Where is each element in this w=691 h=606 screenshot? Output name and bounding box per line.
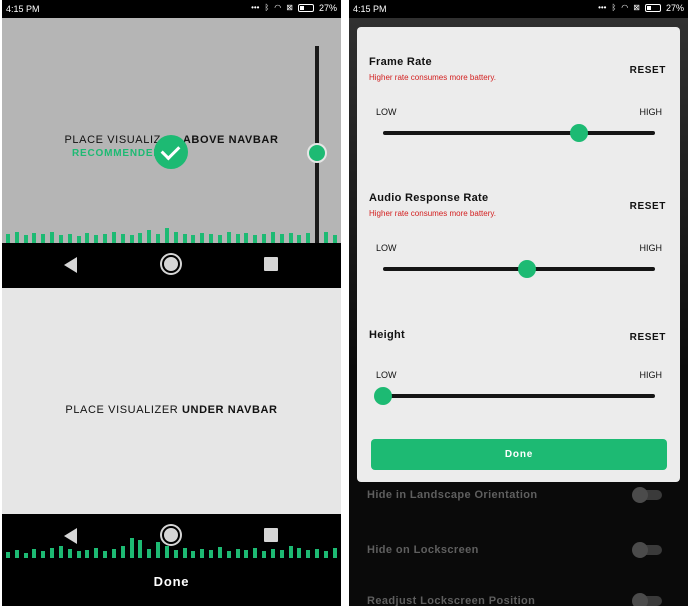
visualizer-bar (182, 548, 187, 558)
no-sim-icon: ⊠ (633, 3, 640, 12)
battery-percent: 27% (665, 3, 684, 13)
status-bar: 4:15 PM ••• ᛒ ◠ ⊠ 27% (2, 0, 341, 18)
visualizer-bar (103, 551, 108, 558)
visualizer-bar (156, 542, 161, 558)
visualizer-bar (226, 551, 231, 558)
visualizer-bar (200, 549, 205, 558)
setting-row-readjust-lockscreen[interactable]: Readjust Lockscreen Position (367, 595, 535, 606)
visualizer-preview-top (2, 224, 341, 244)
toggle-readjust-lockscreen[interactable] (632, 593, 662, 606)
visualizer-bar (306, 550, 311, 558)
selected-check-icon (154, 135, 188, 169)
above-navbar-option[interactable]: PLACE VISUALIZ ABOVE NAVBAR RECOMMENDED (2, 18, 341, 244)
under-navbar-label: PLACE VISUALIZER UNDER NAVBAR (65, 404, 278, 416)
status-time: 4:15 PM (6, 4, 40, 14)
frame-rate-title: Frame Rate (369, 56, 432, 68)
visualizer-bar (67, 549, 72, 558)
visualizer-bar (253, 548, 258, 558)
visualizer-bar (50, 548, 55, 558)
visualizer-bar (235, 549, 240, 558)
frame-rate-low-label: LOW (376, 107, 397, 117)
visualizer-bar (191, 551, 196, 558)
audio-response-low-label: LOW (376, 243, 397, 253)
visualizer-bar (314, 549, 319, 558)
status-bar: 4:15 PM ••• ᛒ ◠ ⊠ 27% (349, 0, 688, 18)
visualizer-bar (23, 553, 28, 558)
visualizer-preview-bottom (2, 538, 341, 558)
setting-row-hide-lockscreen[interactable]: Hide on Lockscreen (367, 544, 479, 556)
visualizer-bar (323, 551, 328, 558)
visualizer-bar (76, 551, 81, 558)
visualizer-bar (279, 550, 284, 558)
visualizer-bar (217, 547, 222, 558)
setting-row-hide-landscape[interactable]: Hide in Landscape Orientation (367, 489, 538, 501)
visualizer-bar (6, 552, 10, 558)
frame-rate-slider-track[interactable] (383, 131, 655, 135)
left-phone-screen: 4:15 PM ••• ᛒ ◠ ⊠ 27% PLACE VISUALIZ ABO… (2, 0, 341, 606)
visualizer-bar (147, 230, 152, 244)
recommended-badge: RECOMMENDED (72, 148, 162, 159)
height-slider-thumb[interactable] (374, 387, 392, 405)
dialog-done-button[interactable]: Done (371, 439, 667, 470)
height-low-label: LOW (376, 370, 397, 380)
height-title: Height (369, 329, 406, 341)
visualizer-bar (262, 551, 267, 558)
visualizer-bar (209, 550, 214, 558)
settings-dialog: Frame Rate Higher rate consumes more bat… (357, 27, 680, 482)
visualizer-bar (138, 540, 143, 558)
bluetooth-icon: ᛒ (264, 3, 270, 12)
audio-response-title: Audio Response Rate (369, 192, 489, 204)
audio-response-slider-thumb[interactable] (518, 260, 537, 278)
right-phone-screen: 4:15 PM ••• ᛒ ◠ ⊠ 27% Hide in Landscape … (349, 0, 688, 606)
audio-response-high-label: HIGH (639, 243, 663, 253)
no-sim-icon: ⊠ (286, 3, 293, 12)
visualizer-bar (288, 546, 293, 558)
visualizer-bar (94, 548, 99, 558)
frame-rate-slider-thumb[interactable] (569, 124, 588, 142)
visualizer-bar (164, 546, 169, 558)
bluetooth-icon: ᛒ (611, 3, 617, 12)
more-dots-icon: ••• (598, 3, 607, 12)
visualizer-bar (58, 546, 63, 558)
height-slider-track[interactable] (383, 394, 655, 398)
under-navbar-option[interactable]: PLACE VISUALIZER UNDER NAVBAR (2, 288, 341, 514)
battery-percent: 27% (318, 3, 337, 13)
visualizer-bar (297, 548, 302, 558)
audio-response-warning: Higher rate consumes more battery. (369, 209, 497, 218)
wifi-icon: ◠ (274, 3, 282, 12)
visualizer-bar (111, 549, 116, 558)
visualizer-bar (120, 546, 125, 558)
recents-icon (264, 257, 278, 271)
frame-rate-warning: Higher rate consumes more battery. (369, 73, 497, 82)
audio-response-reset-button[interactable]: RESET (630, 201, 666, 212)
visualizer-bar (270, 549, 275, 558)
visualizer-bar (173, 550, 178, 558)
visualizer-bar (147, 549, 152, 558)
navbar-preview-top (2, 243, 341, 287)
height-high-label: HIGH (639, 370, 663, 380)
home-icon (162, 255, 180, 273)
height-reset-button[interactable]: RESET (630, 332, 666, 343)
battery-icon (644, 4, 661, 12)
visualizer-bar (32, 549, 37, 558)
visualizer-bar (41, 551, 46, 558)
frame-rate-high-label: HIGH (639, 107, 663, 117)
visualizer-bar (14, 550, 19, 558)
more-dots-icon: ••• (251, 3, 260, 12)
status-time: 4:15 PM (353, 4, 387, 14)
visualizer-bar (164, 228, 169, 244)
visualizer-bar (244, 550, 249, 558)
battery-icon (297, 4, 314, 12)
wifi-icon: ◠ (621, 3, 629, 12)
visualizer-bar (129, 538, 134, 558)
toggle-hide-landscape[interactable] (632, 487, 662, 503)
visualizer-bar (85, 550, 90, 558)
position-slider-thumb[interactable] (307, 143, 327, 163)
done-button[interactable]: Done (2, 574, 341, 589)
back-icon (64, 257, 77, 273)
toggle-hide-lockscreen[interactable] (632, 542, 662, 558)
frame-rate-reset-button[interactable]: RESET (630, 65, 666, 76)
visualizer-bar (332, 548, 337, 558)
